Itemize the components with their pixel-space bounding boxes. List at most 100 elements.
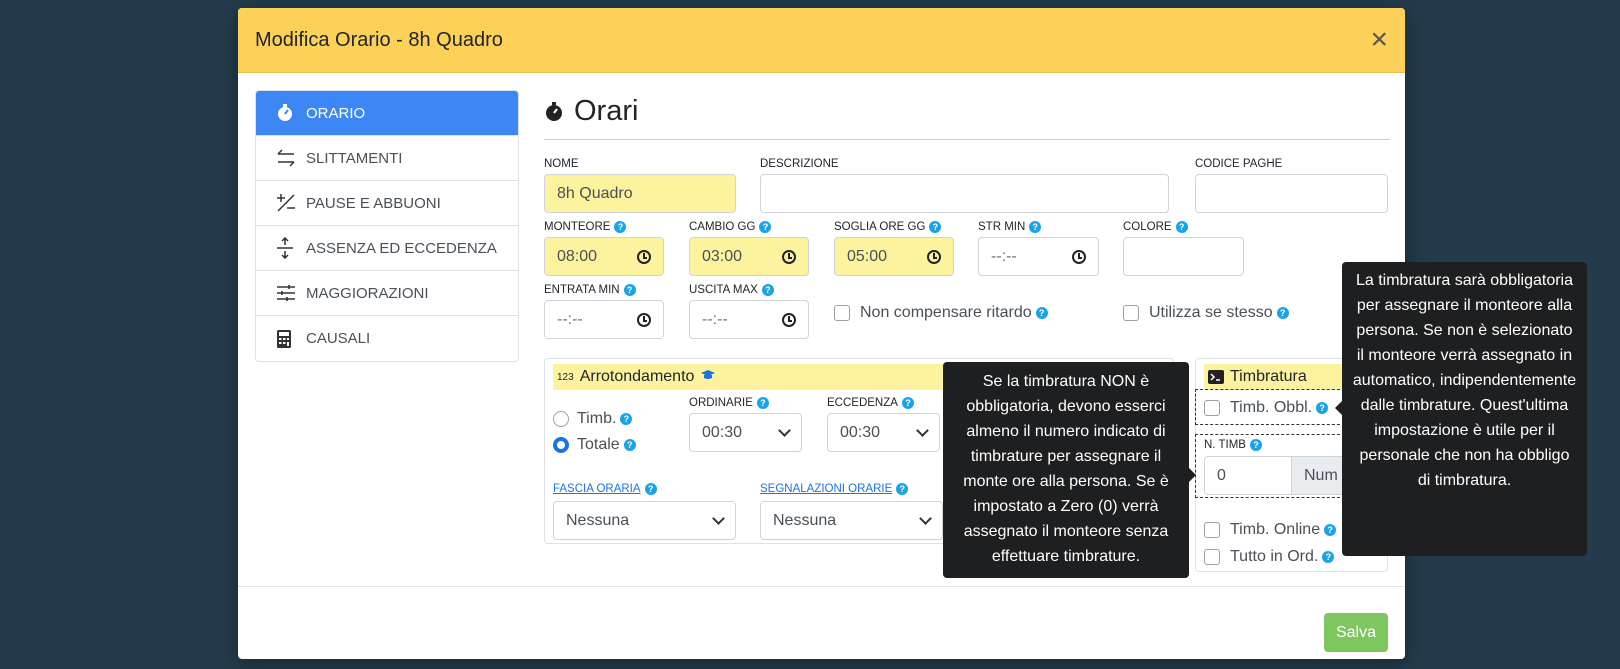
sidebar-item-pause-abbuoni[interactable]: PAUSE E ABBUONI xyxy=(256,181,518,226)
fascia-oraria-label[interactable]: FASCIA ORARIA? xyxy=(553,483,657,495)
timb-obbl-checkbox[interactable]: Timb. Obbl. ? xyxy=(1204,399,1329,417)
chevron-down-icon xyxy=(712,512,725,525)
help-icon[interactable]: ? xyxy=(1324,524,1337,536)
sidebar-item-causali[interactable]: CAUSALI xyxy=(256,316,518,361)
radio-label: Timb. xyxy=(577,410,617,427)
clock-icon[interactable] xyxy=(927,249,941,264)
help-icon[interactable]: ? xyxy=(759,221,772,233)
clock-icon[interactable] xyxy=(637,312,651,327)
radio-button-selected[interactable] xyxy=(553,437,569,453)
chevron-down-icon xyxy=(919,512,932,525)
sidebar-item-label: ASSENZA ED ECCEDENZA xyxy=(306,239,497,257)
fascia-oraria-select[interactable]: Nessuna xyxy=(553,501,736,540)
checkbox-box[interactable] xyxy=(1123,305,1139,321)
chevron-down-icon xyxy=(916,424,929,437)
n-timb-addon: Num xyxy=(1292,456,1345,495)
help-icon[interactable]: ? xyxy=(620,413,633,425)
nome-label: NOME xyxy=(544,158,579,170)
help-icon[interactable]: ? xyxy=(623,439,636,451)
descrizione-input[interactable] xyxy=(760,174,1169,213)
colore-label: COLORE? xyxy=(1123,221,1188,233)
modal-footer-divider xyxy=(238,586,1405,587)
sidebar-item-label: ORARIO xyxy=(306,104,366,122)
sliders-icon xyxy=(276,284,302,302)
calculator-icon xyxy=(276,329,302,349)
str-min-label: STR MIN? xyxy=(978,221,1042,233)
n-timb-input[interactable]: 0 xyxy=(1204,456,1292,495)
arrows-exchange-icon xyxy=(276,149,302,167)
ordinarie-label: ORDINARIE? xyxy=(689,397,769,409)
radio-button[interactable] xyxy=(553,411,569,427)
nome-input[interactable]: 8h Quadro xyxy=(544,174,736,213)
checkbox-box[interactable] xyxy=(1204,400,1220,416)
checkbox-label: Non compensare ritardo xyxy=(860,304,1032,321)
help-icon[interactable]: ? xyxy=(756,397,769,409)
monteore-time-input[interactable]: 08:00 xyxy=(544,237,664,276)
help-icon[interactable]: ? xyxy=(1035,307,1048,319)
clock-icon[interactable] xyxy=(782,312,796,327)
clock-icon[interactable] xyxy=(782,249,796,264)
edit-schedule-modal: Modifica Orario - 8h Quadro × ORARIO SLI… xyxy=(238,8,1405,659)
clock-icon[interactable] xyxy=(637,249,651,264)
stopwatch-icon xyxy=(276,104,302,122)
uscita-max-time-input[interactable]: --:-- xyxy=(689,300,809,339)
tooltip-arrow xyxy=(1189,468,1196,482)
n-timb-label: N. TIMB? xyxy=(1204,439,1262,451)
help-icon[interactable]: ? xyxy=(623,284,636,296)
main-panel: Orari xyxy=(544,90,1390,140)
cambio-gg-time-input[interactable]: 03:00 xyxy=(689,237,809,276)
terminal-icon xyxy=(1208,370,1224,384)
sidebar-item-label: PAUSE E ABBUONI xyxy=(306,194,441,212)
help-icon[interactable]: ? xyxy=(929,221,942,233)
help-icon[interactable]: ? xyxy=(1316,402,1329,414)
checkbox-label: Timb. Online xyxy=(1230,521,1321,538)
timb-obbl-tooltip: La timbratura sarà obbligatoria per asse… xyxy=(1342,262,1587,556)
radio-timb[interactable]: Timb. ? xyxy=(553,410,633,428)
sidebar-item-maggiorazioni[interactable]: MAGGIORAZIONI xyxy=(256,271,518,316)
eccedenza-select[interactable]: 00:30 xyxy=(827,413,940,452)
vertical-arrows-icon xyxy=(276,237,302,259)
tutto-in-ord-checkbox[interactable]: Tutto in Ord. ? xyxy=(1204,548,1335,566)
chevron-down-icon xyxy=(778,424,791,437)
soglia-ore-gg-time-input[interactable]: 05:00 xyxy=(834,237,954,276)
help-icon[interactable]: ? xyxy=(1175,221,1188,233)
str-min-time-input[interactable]: --:-- xyxy=(978,237,1099,276)
non-compensare-checkbox[interactable]: Non compensare ritardo ? xyxy=(834,304,1048,322)
card-title: Timbratura xyxy=(1230,368,1307,385)
segnalazioni-orarie-select[interactable]: Nessuna xyxy=(760,501,943,540)
colore-input[interactable] xyxy=(1123,237,1244,276)
checkbox-label: Tutto in Ord. xyxy=(1230,548,1319,565)
close-icon[interactable]: × xyxy=(1370,25,1388,55)
help-icon[interactable]: ? xyxy=(896,483,909,495)
timb-online-checkbox[interactable]: Timb. Online ? xyxy=(1204,521,1337,539)
entrata-min-label: ENTRATA MIN? xyxy=(544,284,636,296)
checkbox-box[interactable] xyxy=(1204,522,1220,538)
uscita-max-label: USCITA MAX? xyxy=(689,284,774,296)
eccedenza-label: ECCEDENZA? xyxy=(827,397,914,409)
graduation-cap-icon xyxy=(700,368,716,386)
ordinarie-select[interactable]: 00:30 xyxy=(689,413,802,452)
help-icon[interactable]: ? xyxy=(1249,439,1262,451)
entrata-min-time-input[interactable]: --:-- xyxy=(544,300,664,339)
radio-totale[interactable]: Totale ? xyxy=(553,436,636,454)
help-icon[interactable]: ? xyxy=(761,284,774,296)
clock-icon[interactable] xyxy=(1072,249,1086,264)
help-icon[interactable]: ? xyxy=(644,483,657,495)
segnalazioni-orarie-label[interactable]: SEGNALAZIONI ORARIE? xyxy=(760,483,909,495)
plus-minus-icon xyxy=(276,193,302,213)
utilizza-se-stesso-checkbox[interactable]: Utilizza se stesso ? xyxy=(1123,304,1289,322)
sidebar-item-orario[interactable]: ORARIO xyxy=(256,91,518,136)
help-icon[interactable]: ? xyxy=(1029,221,1042,233)
codice-paghe-input[interactable] xyxy=(1195,174,1388,213)
sidebar-item-slittamenti[interactable]: SLITTAMENTI xyxy=(256,136,518,181)
save-button[interactable]: Salva xyxy=(1324,613,1388,652)
checkbox-box[interactable] xyxy=(834,305,850,321)
checkbox-box[interactable] xyxy=(1204,549,1220,565)
card-title: Arrotondamento xyxy=(579,368,695,385)
help-icon[interactable]: ? xyxy=(901,397,914,409)
help-icon[interactable]: ? xyxy=(1322,551,1335,563)
help-icon[interactable]: ? xyxy=(614,221,627,233)
help-icon[interactable]: ? xyxy=(1276,307,1289,319)
sidebar-item-assenza-eccedenza[interactable]: ASSENZA ED ECCEDENZA xyxy=(256,226,518,271)
sidebar-item-label: SLITTAMENTI xyxy=(306,149,403,167)
